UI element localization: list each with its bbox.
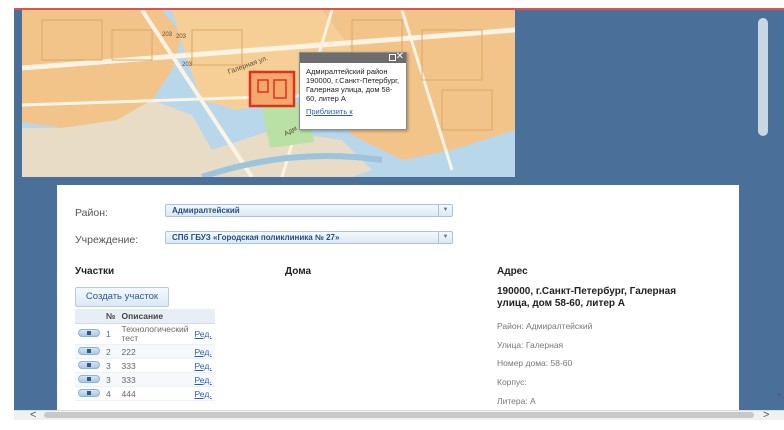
- row-number: 4: [103, 386, 119, 401]
- institution-select-value: СПб ГБУЗ «Городская поликлиника № 27»: [172, 233, 340, 242]
- row-description: 444: [118, 386, 192, 401]
- table-row: 3 333 Ред.: [75, 358, 215, 373]
- address-title: 190000, г.Санкт-Петербург, Галерная улиц…: [497, 286, 677, 309]
- edit-link[interactable]: Ред.: [194, 347, 211, 357]
- scroll-right-arrow-icon[interactable]: >: [763, 409, 769, 421]
- houses-heading: Дома: [285, 266, 312, 277]
- toggle-column-header: [75, 309, 103, 324]
- row-number: 2: [103, 344, 119, 359]
- number-column-header: №: [103, 309, 119, 324]
- address-building: Корпус:: [497, 377, 527, 387]
- map-label-house-number: 203: [162, 32, 173, 38]
- map-info-popup: ✕ Адмиралтейский район 190000, г.Санкт-П…: [299, 51, 407, 130]
- chevron-down-icon[interactable]: ▼: [438, 205, 452, 216]
- map-view[interactable]: 203 203 203 Галерная ул. Адм: [22, 10, 515, 177]
- description-column-header: Описание: [118, 309, 192, 324]
- row-description: 333: [118, 358, 192, 373]
- table-row: 4 444 Ред.: [75, 386, 215, 401]
- district-select[interactable]: Адмиралтейский ▼: [165, 204, 453, 217]
- district-label: Район:: [75, 207, 108, 219]
- row-toggle[interactable]: [78, 388, 100, 397]
- map-canvas: [22, 10, 515, 177]
- institution-select[interactable]: СПб ГБУЗ «Городская поликлиника № 27» ▼: [165, 231, 453, 244]
- plots-heading: Участки: [75, 266, 115, 277]
- row-number: 1: [103, 323, 119, 345]
- address-house-number: Номер дома: 58-60: [497, 358, 573, 368]
- row-toggle[interactable]: [78, 346, 100, 355]
- plots-table: № Описание 1 Технологический тест Ред. 2…: [75, 309, 215, 401]
- table-header-row: № Описание: [75, 309, 215, 324]
- map-label-house-number: 203: [176, 34, 187, 40]
- district-select-value: Адмиралтейский: [172, 206, 240, 215]
- main-panel: Район: Адмиралтейский ▼ Учреждение: СПб …: [57, 185, 739, 410]
- zoom-to-link[interactable]: Приблизить к: [300, 103, 406, 120]
- horizontal-scrollbar-thumb[interactable]: [44, 412, 754, 418]
- address-heading: Адрес: [497, 266, 528, 277]
- table-row: 2 222 Ред.: [75, 344, 215, 359]
- address-letter: Литера: А: [497, 396, 536, 406]
- edit-column-header: [191, 309, 215, 324]
- address-district: Район: Адмиралтейский: [497, 321, 593, 331]
- popup-titlebar: ✕: [300, 51, 406, 63]
- row-number: 3: [103, 372, 119, 387]
- row-toggle[interactable]: [78, 374, 100, 383]
- table-row: 1 Технологический тест Ред.: [75, 323, 215, 345]
- popup-address-text: Адмиралтейский район 190000, г.Санкт-Пет…: [306, 67, 400, 103]
- create-plot-button[interactable]: Создать участок: [75, 287, 169, 307]
- edit-link[interactable]: Ред.: [194, 375, 211, 385]
- address-street: Улица: Галерная: [497, 340, 564, 350]
- edit-link[interactable]: Ред.: [194, 329, 211, 339]
- scroll-left-arrow-icon[interactable]: <: [30, 409, 36, 421]
- edit-link[interactable]: Ред.: [194, 361, 211, 371]
- row-description: 222: [118, 344, 192, 359]
- map-label-house-number: 203: [182, 62, 193, 68]
- row-number: 3: [103, 358, 119, 373]
- edit-link[interactable]: Ред.: [194, 389, 211, 399]
- row-description: Технологический тест: [118, 323, 192, 345]
- vertical-scrollbar-thumb[interactable]: [758, 18, 768, 136]
- table-row: 3 333 Ред.: [75, 372, 215, 387]
- row-description: 333: [118, 372, 192, 387]
- row-toggle[interactable]: [78, 360, 100, 369]
- close-icon[interactable]: ✕: [396, 51, 404, 63]
- scroll-down-icon[interactable]: ⌄: [775, 388, 783, 399]
- row-toggle[interactable]: [78, 329, 100, 337]
- chevron-down-icon[interactable]: ▼: [438, 232, 452, 243]
- application-window: 203 203 203 Галерная ул. Адм ✕ Адмиралте…: [0, 0, 784, 430]
- institution-label: Учреждение:: [75, 234, 139, 246]
